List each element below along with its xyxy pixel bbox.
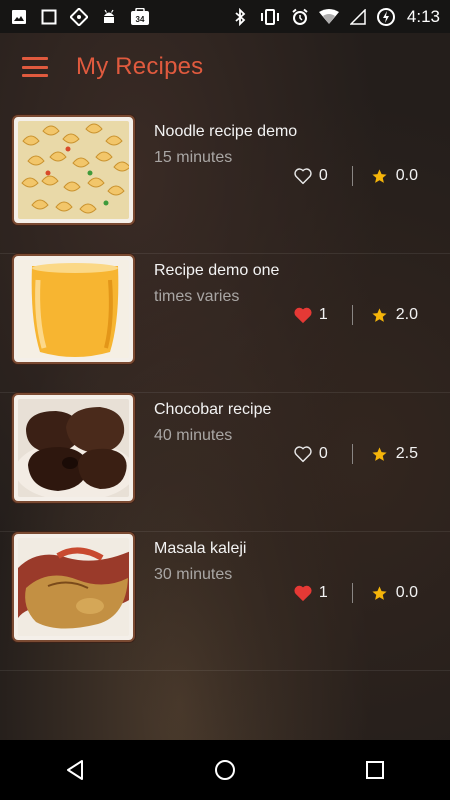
pasta-image [18,121,129,219]
recipe-meta: 0 0.0 [293,164,418,188]
rating: 2.5 [371,445,418,463]
recipe-name: Chocobar recipe [154,401,272,418]
juice-image [18,260,129,358]
recipe-list-item[interactable]: Noodle recipe demo 15 minutes 0 0.0 [0,115,450,254]
like-control[interactable]: 1 [293,306,328,324]
heart-outline-icon[interactable] [293,167,313,185]
rating-value: 2.5 [395,445,418,462]
recipe-list-item[interactable]: Masala kaleji 30 minutes 1 0.0 [0,532,450,671]
recents-button[interactable] [351,746,399,794]
rating: 0.0 [371,584,418,602]
rating: 2.0 [371,306,418,324]
android-icon [100,8,118,26]
recipe-meta: 1 0.0 [293,581,418,605]
svg-text:34: 34 [136,15,145,24]
recipe-name: Recipe demo one [154,262,280,279]
meta-divider [351,583,353,603]
recipe-list: Noodle recipe demo 15 minutes 0 0.0 Reci… [0,115,450,671]
signal-icon [349,8,367,26]
recipe-time: 40 minutes [154,427,233,444]
meta-divider [351,444,353,464]
like-count: 0 [318,167,328,184]
star-icon [372,446,387,461]
recipe-thumbnail [12,532,135,642]
heart-filled-icon[interactable] [293,306,313,324]
recipe-list-item[interactable]: Recipe demo one times varies 1 2.0 [0,254,450,393]
recipe-list-item[interactable]: Chocobar recipe 40 minutes 0 2.5 [0,393,450,532]
recipe-thumbnail [12,115,135,225]
back-icon [67,760,83,780]
kaleji-image [18,538,129,636]
like-control[interactable]: 0 [293,445,328,463]
back-button[interactable] [51,746,99,794]
recipe-time: times varies [154,288,240,305]
like-count: 1 [318,584,328,601]
battery-icon [376,7,395,26]
clock: 4:13 [406,6,440,26]
page-title: My Recipes [76,53,204,80]
recipe-thumbnail [12,393,135,503]
rating: 0.0 [371,167,418,185]
vibrate-icon [259,8,281,26]
heart-outline-icon[interactable] [293,445,313,463]
alarm-icon [291,8,309,26]
navigation-bar [0,740,450,800]
star-icon [372,585,387,600]
star-icon [372,307,387,322]
recipe-thumbnail [12,254,135,364]
meta-divider [351,166,353,186]
like-control[interactable]: 1 [293,584,328,602]
image-icon [10,8,28,26]
rating-value: 0.0 [395,584,418,601]
rating-value: 2.0 [395,306,418,323]
location-icon [70,7,88,26]
heart-filled-icon[interactable] [293,584,313,602]
bluetooth-icon [231,7,249,26]
home-button[interactable] [201,746,249,794]
recents-icon [366,761,384,779]
recipe-name: Masala kaleji [154,540,247,557]
status-bar: 34 4:13 [0,0,450,33]
chocolate-image [18,399,129,497]
star-icon [372,168,387,183]
recipe-meta: 0 2.5 [293,442,418,466]
wifi-icon [318,8,339,26]
recipe-name: Noodle recipe demo [154,123,298,140]
meta-divider [351,305,353,325]
recipe-meta: 1 2.0 [293,303,418,327]
rating-value: 0.0 [395,167,418,184]
like-count: 1 [318,306,328,323]
hamburger-menu-icon[interactable] [22,57,48,77]
recipe-time: 15 minutes [154,149,233,166]
notification-count-icon: 34 [130,7,150,26]
like-control[interactable]: 0 [293,167,328,185]
square-icon [40,8,58,26]
app-bar: My Recipes [0,33,450,101]
like-count: 0 [318,445,328,462]
app-screen: My Recipes Noodle recipe demo 15 minutes… [0,33,450,740]
recipe-time: 30 minutes [154,566,233,583]
home-icon [215,760,235,780]
